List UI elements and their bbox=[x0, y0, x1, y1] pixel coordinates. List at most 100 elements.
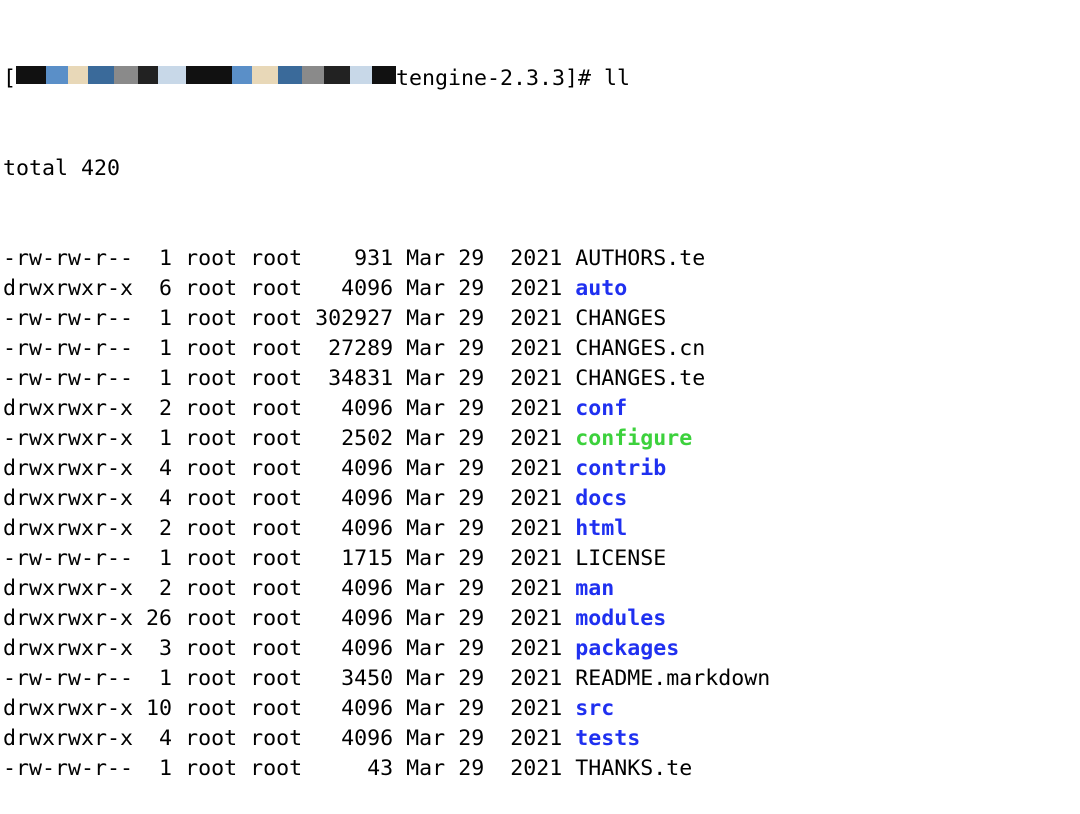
redaction-block bbox=[138, 66, 159, 84]
listing-row: -rw-rw-r-- 1 root root 302927 Mar 29 202… bbox=[3, 304, 770, 334]
file-link-count: 4 bbox=[146, 486, 173, 511]
prompt-tail: tengine-2.3.3]# ll bbox=[396, 66, 631, 91]
file-year: 2021 bbox=[510, 276, 563, 301]
file-link-count: 1 bbox=[146, 246, 173, 271]
redaction-block bbox=[278, 66, 303, 84]
file-permissions: drwxrwxr-x bbox=[3, 516, 134, 541]
file-month: Mar bbox=[406, 576, 446, 601]
file-day: 29 bbox=[458, 546, 485, 571]
listing-row: -rw-rw-r-- 1 root root 27289 Mar 29 2021… bbox=[3, 334, 770, 364]
file-month: Mar bbox=[406, 756, 446, 781]
file-permissions: drwxrwxr-x bbox=[3, 726, 134, 751]
file-link-count: 2 bbox=[146, 396, 173, 421]
redaction-block bbox=[372, 66, 397, 84]
file-day: 29 bbox=[458, 456, 485, 481]
file-size: 43 bbox=[315, 756, 394, 781]
redaction-block bbox=[252, 66, 279, 84]
file-size: 34831 bbox=[315, 366, 394, 391]
file-year: 2021 bbox=[510, 336, 563, 361]
file-owner: root bbox=[185, 666, 238, 691]
file-name: LICENSE bbox=[575, 546, 667, 571]
listing-row: drwxrwxr-x 2 root root 4096 Mar 29 2021 … bbox=[3, 394, 770, 424]
file-permissions: -rw-rw-r-- bbox=[3, 366, 134, 391]
file-owner: root bbox=[185, 246, 238, 271]
redaction-block bbox=[324, 66, 351, 84]
listing-row: drwxrwxr-x 4 root root 4096 Mar 29 2021 … bbox=[3, 724, 770, 754]
file-name: CHANGES bbox=[575, 306, 667, 331]
redaction-block bbox=[302, 66, 325, 84]
file-owner: root bbox=[185, 546, 238, 571]
file-day: 29 bbox=[458, 486, 485, 511]
total-line: total 420 bbox=[3, 156, 121, 181]
file-permissions: drwxrwxr-x bbox=[3, 696, 134, 721]
file-month: Mar bbox=[406, 276, 446, 301]
file-size: 4096 bbox=[315, 636, 394, 661]
file-owner: root bbox=[185, 696, 238, 721]
file-name: conf bbox=[575, 396, 628, 421]
file-name: tests bbox=[575, 726, 641, 751]
file-link-count: 1 bbox=[146, 546, 173, 571]
file-day: 29 bbox=[458, 606, 485, 631]
file-month: Mar bbox=[406, 336, 446, 361]
listing-row: drwxrwxr-x 3 root root 4096 Mar 29 2021 … bbox=[3, 634, 770, 664]
file-month: Mar bbox=[406, 396, 446, 421]
listing-row: -rw-rw-r-- 1 root root 3450 Mar 29 2021 … bbox=[3, 664, 770, 694]
file-day: 29 bbox=[458, 426, 485, 451]
file-group: root bbox=[250, 576, 303, 601]
file-month: Mar bbox=[406, 666, 446, 691]
file-day: 29 bbox=[458, 366, 485, 391]
listing-row: drwxrwxr-x 4 root root 4096 Mar 29 2021 … bbox=[3, 454, 770, 484]
file-owner: root bbox=[185, 726, 238, 751]
file-month: Mar bbox=[406, 696, 446, 721]
listing-row: drwxrwxr-x 6 root root 4096 Mar 29 2021 … bbox=[3, 274, 770, 304]
file-year: 2021 bbox=[510, 516, 563, 541]
file-group: root bbox=[250, 666, 303, 691]
listing-row: -rwxrwxr-x 1 root root 2502 Mar 29 2021 … bbox=[3, 424, 770, 454]
file-size: 4096 bbox=[315, 516, 394, 541]
file-link-count: 4 bbox=[146, 456, 173, 481]
file-group: root bbox=[250, 276, 303, 301]
file-permissions: drwxrwxr-x bbox=[3, 486, 134, 511]
file-name: AUTHORS.te bbox=[575, 246, 706, 271]
file-group: root bbox=[250, 696, 303, 721]
file-day: 29 bbox=[458, 666, 485, 691]
file-month: Mar bbox=[406, 426, 446, 451]
file-permissions: drwxrwxr-x bbox=[3, 396, 134, 421]
file-owner: root bbox=[185, 456, 238, 481]
file-name: packages bbox=[575, 636, 680, 661]
file-year: 2021 bbox=[510, 426, 563, 451]
file-owner: root bbox=[185, 306, 238, 331]
file-month: Mar bbox=[406, 456, 446, 481]
file-owner: root bbox=[185, 636, 238, 661]
file-listing: -rw-rw-r-- 1 root root 931 Mar 29 2021 A… bbox=[3, 244, 770, 784]
file-name: docs bbox=[575, 486, 628, 511]
file-day: 29 bbox=[458, 336, 485, 361]
file-group: root bbox=[250, 396, 303, 421]
file-month: Mar bbox=[406, 606, 446, 631]
redaction-block bbox=[46, 66, 69, 84]
file-size: 4096 bbox=[315, 456, 394, 481]
file-group: root bbox=[250, 516, 303, 541]
file-size: 931 bbox=[315, 246, 394, 271]
file-year: 2021 bbox=[510, 666, 563, 691]
file-link-count: 4 bbox=[146, 726, 173, 751]
redaction-block bbox=[158, 66, 187, 84]
file-year: 2021 bbox=[510, 576, 563, 601]
file-owner: root bbox=[185, 366, 238, 391]
file-size: 4096 bbox=[315, 696, 394, 721]
terminal-output[interactable]: [tengine-2.3.3]# ll total 420 -rw-rw-r--… bbox=[3, 4, 770, 814]
file-year: 2021 bbox=[510, 456, 563, 481]
file-owner: root bbox=[185, 426, 238, 451]
file-link-count: 2 bbox=[146, 576, 173, 601]
file-permissions: -rw-rw-r-- bbox=[3, 306, 134, 331]
file-year: 2021 bbox=[510, 486, 563, 511]
file-group: root bbox=[250, 456, 303, 481]
file-month: Mar bbox=[406, 306, 446, 331]
file-owner: root bbox=[185, 576, 238, 601]
file-year: 2021 bbox=[510, 756, 563, 781]
file-day: 29 bbox=[458, 726, 485, 751]
file-permissions: drwxrwxr-x bbox=[3, 456, 134, 481]
file-month: Mar bbox=[406, 516, 446, 541]
file-link-count: 1 bbox=[146, 426, 173, 451]
file-name: README.markdown bbox=[575, 666, 771, 691]
